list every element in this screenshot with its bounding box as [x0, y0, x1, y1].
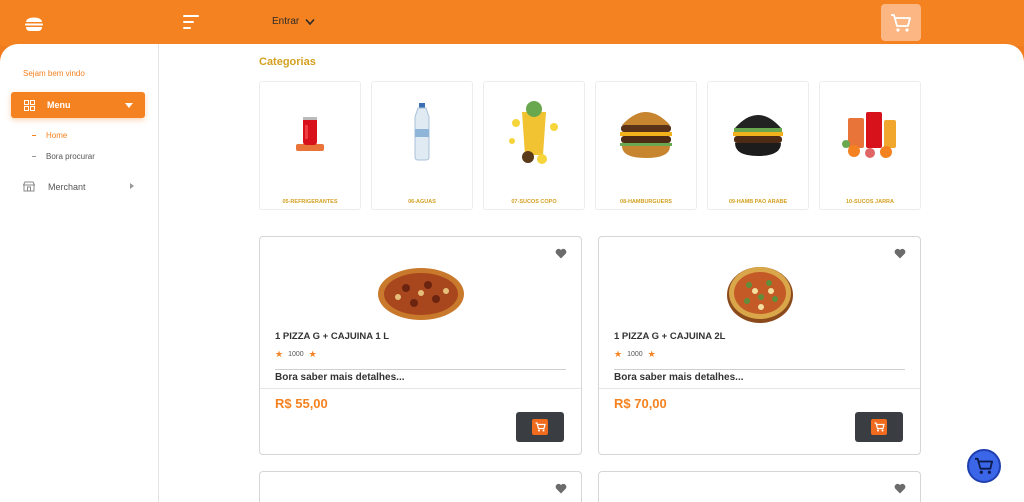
menu-toggle-icon[interactable]	[183, 15, 199, 29]
menu-label: Menu	[47, 100, 71, 110]
product-price: R$ 70,00	[614, 396, 667, 411]
star-icon: ★	[614, 349, 623, 359]
product-price: R$ 55,00	[275, 396, 328, 411]
sidebar: Sejam bem vindo Menu Home Bora procurar …	[0, 44, 159, 502]
category-card[interactable]: 07-SUCOS COPO	[483, 81, 585, 210]
sidebar-item-label: Home	[46, 131, 68, 140]
sidebar-item-label: Bora procurar	[46, 152, 95, 161]
product-card[interactable]: 1 PIZZA G + CAJUINA 2L ★ 1000 ★ Bora sab…	[598, 236, 921, 455]
heart-icon[interactable]	[555, 248, 567, 259]
product-name: 1 PIZZA G + CAJUINA 2L	[614, 331, 726, 342]
heart-icon[interactable]	[894, 248, 906, 259]
divider	[614, 369, 905, 370]
rating-count: 1000	[288, 351, 304, 358]
heart-icon[interactable]	[555, 483, 567, 494]
water-bottle-image	[372, 82, 472, 182]
category-label: 06-AGUAS	[408, 199, 436, 205]
chevron-right-icon	[130, 183, 134, 189]
login-label: Entrar	[272, 16, 300, 27]
product-card[interactable]: 1 PIZZA G + CAJUINA 1 L ★ 1000 ★ Bora sa…	[259, 236, 582, 455]
product-details-link[interactable]: Bora saber mais detalhes...	[275, 372, 405, 383]
dash-icon	[32, 135, 36, 136]
category-card[interactable]: 05-REFRIGERANTES	[259, 81, 361, 210]
category-label: 07-SUCOS COPO	[511, 199, 557, 205]
juice-jar-image	[820, 82, 920, 182]
burger-image	[596, 82, 696, 182]
floating-cart-button[interactable]	[967, 449, 1001, 483]
product-card[interactable]	[259, 471, 582, 502]
product-name: 1 PIZZA G + CAJUINA 1 L	[275, 331, 390, 342]
pizza-image	[260, 263, 581, 325]
category-label: 05-REFRIGERANTES	[282, 199, 338, 205]
merchant-label: Merchant	[48, 181, 86, 192]
sidebar-item-merchant[interactable]: Merchant	[23, 181, 138, 192]
burger-logo-icon[interactable]	[24, 13, 44, 33]
caret-down-icon	[125, 103, 133, 108]
category-card[interactable]: 06-AGUAS	[371, 81, 473, 210]
categories-title: Categorias	[259, 56, 316, 68]
header-cart-button[interactable]	[881, 4, 921, 41]
rating-count: 1000	[627, 351, 643, 358]
category-label: 10-SUCOS JARRA	[846, 199, 894, 205]
cart-icon	[975, 457, 993, 474]
sidebar-item-home[interactable]: Home	[32, 131, 67, 140]
product-details-link[interactable]: Bora saber mais detalhes...	[614, 372, 744, 383]
top-bar: Entrar	[0, 0, 1024, 46]
cart-icon	[535, 422, 546, 432]
chevron-down-icon	[305, 18, 315, 25]
product-card[interactable]	[598, 471, 921, 502]
cart-icon	[874, 422, 885, 432]
divider	[275, 369, 566, 370]
dash-icon	[32, 156, 36, 157]
product-rating: ★ 1000 ★	[614, 349, 656, 360]
juice-glass-image	[484, 82, 584, 182]
category-label: 09-HAMB PAO ARABE	[728, 199, 788, 205]
divider	[599, 388, 920, 389]
product-rating: ★ 1000 ★	[275, 349, 317, 360]
soda-can-image	[260, 82, 360, 182]
star-icon: ★	[308, 349, 317, 359]
store-icon	[23, 181, 35, 192]
heart-icon[interactable]	[894, 483, 906, 494]
category-card[interactable]: 08-HAMBURGUERS	[595, 81, 697, 210]
grid-icon	[24, 99, 35, 111]
star-icon: ★	[275, 349, 284, 359]
category-card[interactable]: 10-SUCOS JARRA	[819, 81, 921, 210]
category-label: 08-HAMBURGUERS	[620, 199, 672, 205]
black-burger-image	[708, 82, 808, 182]
star-icon: ★	[647, 349, 656, 359]
add-to-cart-button[interactable]	[855, 412, 903, 442]
pizza-image	[599, 263, 920, 325]
add-to-cart-button[interactable]	[516, 412, 564, 442]
menu-button[interactable]: Menu	[11, 92, 145, 118]
welcome-text: Sejam bem vindo	[23, 69, 85, 78]
divider	[260, 388, 581, 389]
sidebar-item-bora-procurar[interactable]: Bora procurar	[32, 152, 95, 161]
category-card[interactable]: 09-HAMB PAO ARABE	[707, 81, 809, 210]
login-dropdown[interactable]: Entrar	[272, 16, 315, 27]
cart-icon	[891, 13, 911, 32]
